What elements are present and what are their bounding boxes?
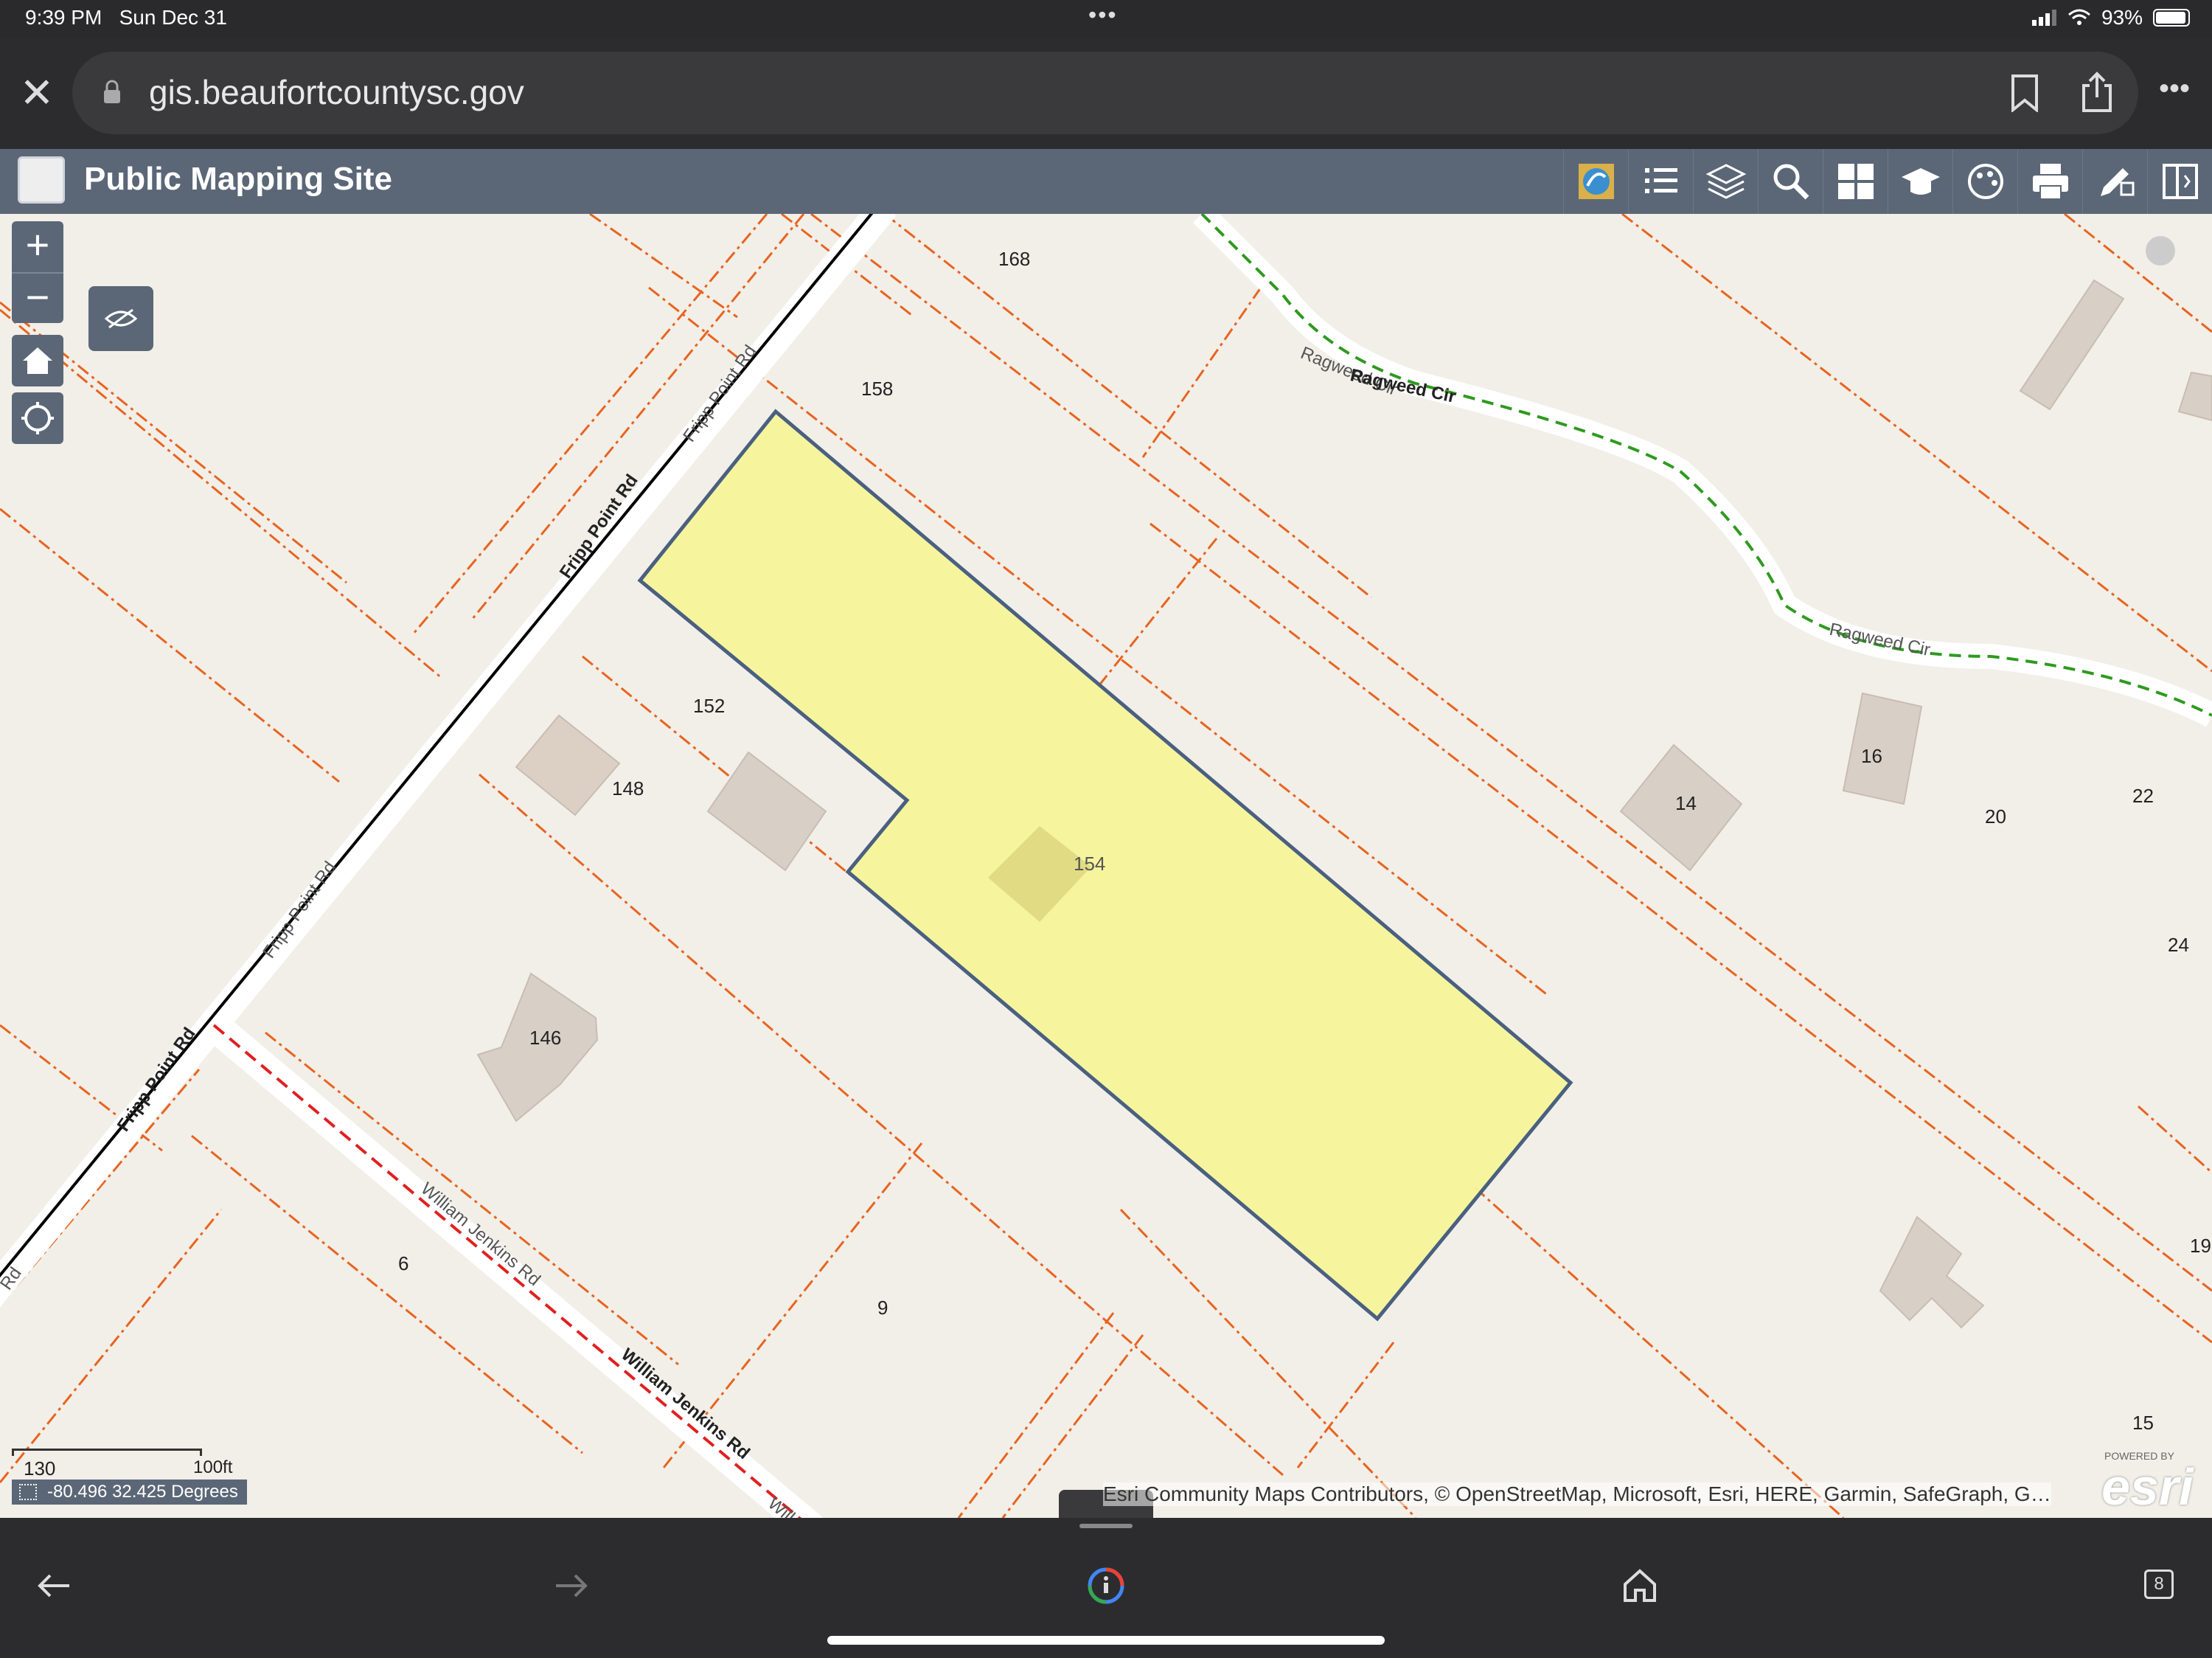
status-bar: 9:39 PM Sun Dec 31 ••• 93% (0, 0, 2212, 38)
battery-icon (2153, 9, 2190, 27)
crosshair-icon (19, 1484, 37, 1500)
scale-label-left: 130 (24, 1457, 56, 1480)
scale-bar: 130 100ft (12, 1449, 232, 1480)
bookmark-icon[interactable] (2008, 74, 2041, 112)
home-icon[interactable] (1618, 1564, 1662, 1608)
parcel-label: 6 (398, 1252, 409, 1274)
search-icon[interactable] (1758, 149, 1823, 214)
home-indicator[interactable] (827, 1636, 1385, 1645)
eye-slash-icon (104, 308, 138, 329)
more-options-icon[interactable]: ••• (2159, 72, 2190, 105)
app-title: Public Mapping Site (84, 161, 393, 197)
google-lens-icon[interactable] (1084, 1564, 1128, 1608)
esri-logo: POWERED BY esri (2101, 1450, 2194, 1516)
visibility-toggle-button[interactable] (88, 286, 153, 351)
home-icon (23, 347, 52, 374)
status-time-date: 9:39 PM Sun Dec 31 (25, 6, 227, 29)
zoom-out-button[interactable]: − (12, 274, 63, 325)
parcel-label: 168 (998, 248, 1031, 270)
county-seal-logo (18, 156, 65, 204)
side-panel-icon[interactable] (2147, 149, 2212, 214)
parcel-label: 158 (861, 378, 894, 400)
locate-icon (21, 402, 54, 434)
parcel-label: 24 (2168, 934, 2189, 956)
parcel-label: 16 (1861, 745, 1882, 767)
header-toolbar (1563, 149, 2212, 214)
multitask-dots-icon[interactable]: ••• (1088, 1, 1118, 29)
signal-icon (2031, 10, 2056, 26)
url-text[interactable]: gis.beaufortcountysc.gov (149, 72, 524, 112)
basemap-gallery-icon[interactable] (1823, 149, 1888, 214)
status-right: 93% (2031, 6, 2190, 30)
parcel-label: 19 (2190, 1235, 2211, 1257)
parcel-label: 15 (2132, 1412, 2154, 1434)
map-view[interactable]: 168 158 152 148 154 146 6 9 14 16 20 22 … (0, 214, 2212, 1518)
coordinate-text: -80.496 32.425 Degrees (47, 1482, 238, 1502)
tab-count: 8 (2144, 1569, 2174, 1599)
layers-icon[interactable] (1693, 149, 1758, 214)
coordinate-readout[interactable]: -80.496 32.425 Degrees (12, 1480, 247, 1505)
zoom-in-button[interactable]: + (12, 221, 63, 272)
parcel-label: 152 (693, 695, 726, 717)
forward-arrow-icon[interactable] (549, 1564, 593, 1608)
legend-icon[interactable] (1628, 149, 1693, 214)
parcel-label: 22 (2132, 785, 2154, 807)
wifi-icon (2067, 9, 2090, 25)
education-icon[interactable] (1888, 149, 1952, 214)
tab-switcher-button[interactable]: 8 (2138, 1564, 2183, 1608)
home-button[interactable] (12, 335, 63, 386)
share-icon[interactable] (2079, 71, 2115, 114)
parcel-label: 14 (1675, 792, 1697, 814)
parcel-label: 20 (1985, 805, 2006, 828)
print-icon[interactable] (2017, 149, 2082, 214)
close-icon[interactable]: ✕ (16, 72, 58, 114)
locate-button[interactable] (12, 392, 63, 444)
parcel-label-selected: 154 (1074, 853, 1106, 875)
draw-icon[interactable] (2082, 149, 2147, 214)
scale-label-right: 100ft (193, 1457, 233, 1477)
theme-icon[interactable] (1952, 149, 2017, 214)
zoom-control: + − (12, 221, 63, 323)
lock-icon (104, 80, 120, 103)
parcel-label: 148 (612, 777, 644, 799)
parcel-label: 146 (529, 1027, 562, 1049)
battery-percent: 93% (2101, 6, 2143, 29)
parcel-label: 9 (877, 1297, 888, 1319)
back-arrow-icon[interactable] (32, 1564, 77, 1608)
app-logo-icon[interactable] (1563, 149, 1628, 214)
bottom-sheet-handle[interactable] (1079, 1524, 1133, 1528)
map-attribution: Esri Community Maps Contributors, © Open… (1103, 1482, 2051, 1506)
